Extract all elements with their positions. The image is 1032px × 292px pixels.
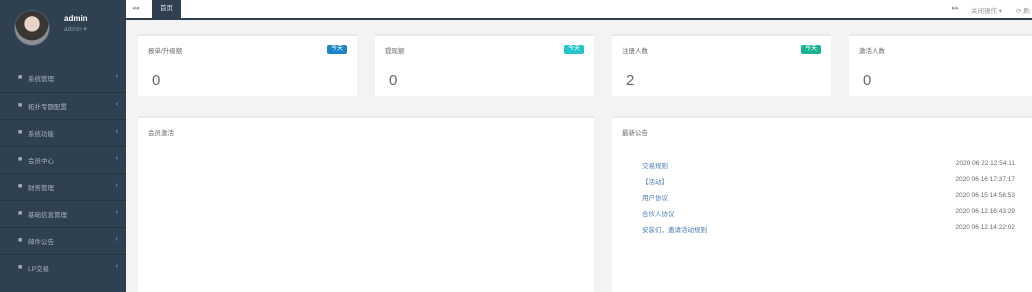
sidebar-item[interactable]: ■ 会员中心 ‹	[0, 146, 126, 173]
notice-time: 2020 06 12 16:43:29	[955, 208, 1015, 215]
stat-title: 提现额	[385, 48, 405, 55]
stat-title: 激活人数	[859, 48, 885, 55]
close-operations-dropdown[interactable]: 关闭操作 ▾	[971, 5, 1002, 15]
tab-scroll-right-button[interactable]: ▸▸	[952, 4, 959, 12]
sidebar-item-label: 会员中心	[28, 158, 54, 165]
notice-time: 2020 06 22 12:54:11	[955, 160, 1015, 167]
sidebar-item[interactable]: ■ 邮件公告 ‹	[0, 227, 126, 254]
menu-icon: ■	[18, 264, 23, 271]
panel-title: 会员激活	[148, 130, 174, 137]
notice-item: 用户协议 2020 06 15 14:56:53	[642, 192, 1015, 202]
profile-name: admin	[64, 14, 88, 23]
stat-card: 提现额 今天 0	[375, 34, 594, 96]
chevron-left-icon: ‹	[115, 73, 118, 80]
chevron-left-icon: ‹	[115, 263, 118, 270]
stat-badge: 今天	[563, 45, 584, 54]
sidebar-item-label: 财务管理	[28, 185, 54, 192]
stat-value: 0	[152, 72, 161, 89]
profile: admin admin ▾	[0, 0, 126, 60]
sidebar-item[interactable]: ■ 系统管理 ‹	[0, 65, 126, 92]
notice-link[interactable]: 【活动】	[642, 176, 668, 186]
notice-item: 合伙人协议 2020 06 12 16:43:29	[642, 208, 1015, 218]
menu-icon: ■	[18, 210, 23, 217]
stat-card: 报单/升级额 今天 0	[138, 34, 357, 96]
tab-bar: ◂◂ 首页 ▸▸ 关闭操作 ▾ ⟳ 刷	[126, 0, 1032, 20]
notice-time: 2020 06 12 14:22:02	[955, 224, 1015, 231]
notice-link[interactable]: 安装们，邀请活动规则	[642, 224, 707, 234]
sidebar-item-label: LP交易	[28, 266, 49, 273]
stat-value: 0	[389, 72, 398, 89]
stat-card: 激活人数 0	[849, 34, 1032, 96]
stat-title: 注册人数	[622, 48, 648, 55]
chevron-left-icon: ‹	[115, 101, 118, 108]
refresh-button[interactable]: ⟳ 刷	[1016, 5, 1030, 15]
sidebar-item-label: 系统功能	[28, 131, 54, 138]
chevron-left-icon: ‹	[115, 182, 118, 189]
stat-card: 注册人数 今天 2	[612, 34, 831, 96]
sidebar-item[interactable]: ■ 基础信息管理 ‹	[0, 200, 126, 227]
sidebar-item[interactable]: ■ 财务管理 ‹	[0, 173, 126, 200]
stat-badge: 今天	[800, 45, 821, 54]
tab-home[interactable]: 首页	[152, 0, 181, 18]
sidebar-item[interactable]: ■ 系统功能 ‹	[0, 119, 126, 146]
stat-title: 报单/升级额	[148, 48, 183, 55]
menu-icon: ■	[18, 129, 23, 136]
stat-value: 2	[626, 72, 635, 89]
menu-icon: ■	[18, 183, 23, 190]
sidebar-item[interactable]: ■ LP交易 ‹	[0, 254, 126, 281]
sidebar-item-label: 基础信息管理	[28, 212, 67, 219]
notice-item: 交易规则 2020 06 22 12:54:11	[642, 160, 1015, 170]
menu-icon: ■	[18, 237, 23, 244]
notice-time: 2020 06 16 17:37:17	[955, 176, 1015, 183]
menu-icon: ■	[18, 74, 23, 81]
notice-item: 【活动】 2020 06 16 17:37:17	[642, 176, 1015, 186]
notice-link[interactable]: 交易规则	[642, 160, 668, 170]
app-root: admin admin ▾ ■ 系统管理 ‹ ■ 拓扑专题配置 ‹ ■ 系统功能 ‹ ■ 会员…	[0, 0, 1032, 292]
stat-badge: 今天	[326, 45, 347, 54]
notice-panel: 最新公告 交易规则 2020 06 22 12:54:11 【活动】 2020 …	[612, 116, 1032, 292]
menu-icon: ■	[18, 102, 23, 109]
chevron-left-icon: ‹	[115, 128, 118, 135]
panel-title: 最新公告	[622, 130, 648, 137]
avatar[interactable]	[14, 10, 50, 46]
sidebar-item-label: 系统管理	[28, 76, 54, 83]
sidebar-item-label: 拓扑专题配置	[28, 104, 67, 111]
profile-role-dropdown[interactable]: admin ▾	[64, 25, 87, 33]
menu-icon: ■	[18, 156, 23, 163]
notice-link[interactable]: 用户协议	[642, 192, 668, 202]
chevron-left-icon: ‹	[115, 236, 118, 243]
sidebar-item[interactable]: ■ 拓扑专题配置 ‹	[0, 92, 126, 119]
chevron-left-icon: ‹	[115, 155, 118, 162]
member-activation-panel: 会员激活	[138, 116, 594, 292]
notice-item: 安装们，邀请活动规则 2020 06 12 14:22:02	[642, 224, 1015, 234]
notice-time: 2020 06 15 14:56:53	[955, 192, 1015, 199]
chevron-left-icon: ‹	[115, 209, 118, 216]
notice-link[interactable]: 合伙人协议	[642, 208, 675, 218]
stat-value: 0	[863, 72, 872, 89]
sidebar-menu: ■ 系统管理 ‹ ■ 拓扑专题配置 ‹ ■ 系统功能 ‹ ■ 会员中心 ‹ ■ 财务管理 ‹ ■ 基础…	[0, 65, 126, 281]
sidebar: admin admin ▾ ■ 系统管理 ‹ ■ 拓扑专题配置 ‹ ■ 系统功能 ‹ ■ 会员…	[0, 0, 126, 292]
sidebar-item-label: 邮件公告	[28, 239, 54, 246]
tab-scroll-left-button[interactable]: ◂◂	[132, 4, 139, 12]
